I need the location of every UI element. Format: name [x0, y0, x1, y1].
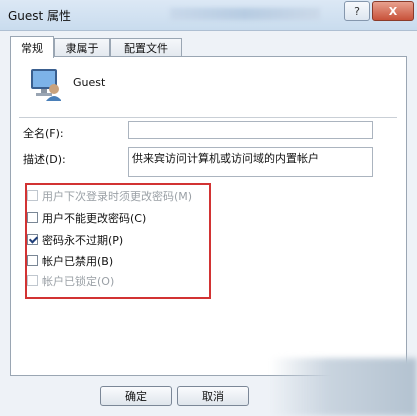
account-locked-option: 帐户已锁定(O): [27, 273, 114, 288]
window-title: Guest 属性: [8, 9, 72, 23]
ok-button[interactable]: 确定: [100, 386, 172, 406]
tab-general[interactable]: 常规: [10, 36, 54, 58]
divider: [19, 117, 397, 118]
option-label: 密码永不过期(P): [42, 233, 124, 247]
option-label: 帐户已锁定(O): [42, 274, 115, 288]
cannot-change-password-option[interactable]: 用户不能更改密码(C): [27, 210, 146, 225]
checkbox[interactable]: [27, 212, 38, 223]
description-label: 描述(D):: [23, 153, 66, 166]
tab-profile[interactable]: 配置文件: [110, 38, 182, 57]
option-label: 用户不能更改密码(C): [42, 211, 147, 225]
option-label: 用户下次登录时须更改密码(M): [42, 189, 193, 203]
fullname-label: 全名(F):: [23, 127, 64, 140]
watermark: [270, 358, 417, 416]
description-field[interactable]: 供来宾访问计算机或访问域的内置帐户: [128, 147, 373, 177]
close-button[interactable]: X: [372, 1, 414, 21]
user-computer-icon: [31, 69, 61, 101]
checkbox[interactable]: [27, 255, 38, 266]
user-name: Guest: [73, 76, 106, 89]
help-button[interactable]: ?: [344, 1, 370, 21]
checkbox-checked[interactable]: [27, 234, 38, 245]
checkbox[interactable]: [27, 190, 38, 201]
general-panel: Guest 全名(F): 描述(D): 供来宾访问计算机或访问域的内置帐户 用户…: [10, 56, 407, 376]
checkbox: [27, 275, 38, 286]
tab-member-of[interactable]: 隶属于: [54, 38, 110, 57]
fullname-field[interactable]: [128, 121, 373, 139]
option-label: 帐户已禁用(B): [42, 254, 114, 268]
must-change-password-option[interactable]: 用户下次登录时须更改密码(M): [27, 188, 192, 203]
blurred-area: [170, 8, 320, 20]
password-never-expires-option[interactable]: 密码永不过期(P): [27, 232, 123, 247]
account-disabled-option[interactable]: 帐户已禁用(B): [27, 253, 113, 268]
title-bar: Guest 属性 ? X: [0, 0, 417, 31]
cancel-button[interactable]: 取消: [177, 386, 249, 406]
